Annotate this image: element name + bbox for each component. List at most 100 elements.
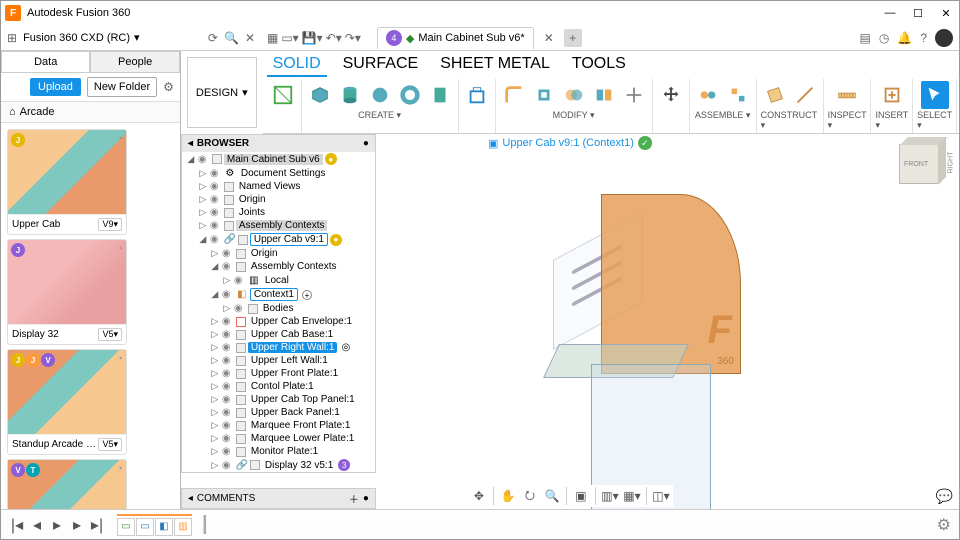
split-tool[interactable] bbox=[590, 81, 618, 109]
sketch-tool[interactable] bbox=[269, 81, 297, 109]
collapse-browser-icon[interactable]: ◂ bbox=[188, 138, 193, 149]
torus-tool[interactable] bbox=[396, 81, 424, 109]
viewcube[interactable]: FRONT RIGHT bbox=[899, 144, 949, 194]
sel-tool[interactable] bbox=[921, 81, 949, 109]
joint-tool[interactable] bbox=[694, 81, 722, 109]
tab-data[interactable]: Data bbox=[1, 51, 90, 72]
comments-options-icon[interactable]: ● bbox=[363, 493, 369, 504]
box-tool[interactable] bbox=[306, 81, 334, 109]
collapse-comments-icon[interactable]: ◂ bbox=[188, 493, 193, 504]
timeline-feature[interactable]: ▥ bbox=[174, 518, 192, 536]
plane-tool[interactable] bbox=[761, 81, 789, 109]
tree-row[interactable]: ▷◉Upper Back Panel:1 bbox=[182, 406, 375, 419]
grid-icon[interactable]: ▦▾ bbox=[622, 487, 642, 505]
close-panel-icon[interactable]: ✕ bbox=[245, 31, 255, 45]
project-selector[interactable]: Fusion 360 CXD (RC) ▾ bbox=[23, 31, 140, 44]
document-tab[interactable]: 4 ◆ Main Cabinet Sub v6* bbox=[377, 27, 534, 49]
window-minimize[interactable]: — bbox=[881, 7, 899, 20]
undo-icon[interactable]: ↶▾ bbox=[326, 31, 342, 45]
file-new-icon[interactable]: ▭▾ bbox=[281, 31, 298, 45]
axis-tool[interactable] bbox=[791, 81, 819, 109]
lookat-icon[interactable]: 🔍 bbox=[542, 487, 562, 505]
timeline-start[interactable]: |◂ bbox=[9, 515, 25, 535]
ext-tool[interactable] bbox=[463, 81, 491, 109]
timeline-feature[interactable]: ▭ bbox=[117, 518, 135, 536]
sphere-tool[interactable] bbox=[366, 81, 394, 109]
avatar[interactable] bbox=[935, 29, 953, 47]
tree-row[interactable]: ▷◉Upper Right Wall:1◎ bbox=[182, 341, 375, 354]
timeline-end[interactable]: ▸| bbox=[89, 515, 105, 535]
workspace-tab[interactable]: TOOLS bbox=[566, 53, 632, 77]
tree-row[interactable]: ▷◉Upper Cab Top Panel:1 bbox=[182, 393, 375, 406]
as-tool[interactable] bbox=[724, 81, 752, 109]
tree-row[interactable]: ▷◉▥Local bbox=[182, 273, 375, 287]
ins-tool[interactable] bbox=[878, 81, 906, 109]
refresh-icon[interactable]: ⟳ bbox=[208, 31, 218, 45]
timeline-feature[interactable]: ◧ bbox=[155, 518, 173, 536]
extensions-icon[interactable]: ▤ bbox=[860, 31, 871, 45]
file-card[interactable]: J◔ Upper CabV9▾ bbox=[7, 129, 127, 235]
tree-row[interactable]: ▷◉Assembly Contexts bbox=[182, 219, 375, 232]
tab-new[interactable]: + bbox=[564, 29, 582, 47]
job-status-icon[interactable]: ◷ bbox=[879, 31, 889, 45]
comments-panel[interactable]: ◂ COMMENTS ＋ ● bbox=[181, 488, 376, 509]
tree-row[interactable]: ▷◉Upper Front Plate:1 bbox=[182, 367, 375, 380]
orbit2-icon[interactable]: ⭮ bbox=[520, 487, 540, 505]
tab-people[interactable]: People bbox=[90, 51, 179, 72]
help-icon[interactable]: ? bbox=[920, 31, 927, 45]
save-icon[interactable]: 💾▾ bbox=[302, 31, 323, 45]
upload-button[interactable]: Upload bbox=[30, 78, 81, 96]
notifications-icon[interactable]: 🔔 bbox=[897, 31, 912, 45]
orbit-icon[interactable]: ✥ bbox=[469, 487, 489, 505]
meas-tool[interactable] bbox=[833, 81, 861, 109]
file-card[interactable]: JJV◔ Standup Arcade …V5▾ bbox=[7, 349, 127, 455]
tree-row[interactable]: ▷◉Bodies bbox=[182, 302, 375, 315]
redo-icon[interactable]: ↷▾ bbox=[345, 31, 361, 45]
browser-options-icon[interactable]: ● bbox=[363, 138, 369, 149]
pan-icon[interactable]: ✋ bbox=[498, 487, 518, 505]
tree-row[interactable]: ▷◉Named Views bbox=[182, 180, 375, 193]
cylinder-tool[interactable] bbox=[336, 81, 364, 109]
timeline-play[interactable]: ▸ bbox=[49, 515, 65, 535]
chat-icon[interactable]: 💬 bbox=[936, 488, 953, 505]
search-icon[interactable]: 🔍 bbox=[224, 31, 239, 45]
tree-row[interactable]: ▷◉Joints bbox=[182, 206, 375, 219]
new-folder-button[interactable]: New Folder bbox=[87, 77, 157, 97]
coil-tool[interactable] bbox=[426, 81, 454, 109]
move-tool[interactable] bbox=[657, 81, 685, 109]
display-icon[interactable]: ▥▾ bbox=[600, 487, 620, 505]
gear-icon[interactable]: ⚙ bbox=[163, 80, 174, 94]
timeline-settings[interactable]: ⚙ bbox=[937, 515, 951, 535]
breadcrumb[interactable]: ⌂ Arcade bbox=[1, 101, 180, 123]
tree-row[interactable]: ◢◉◧Context1+ bbox=[182, 287, 375, 302]
tab-close[interactable]: ✕ bbox=[540, 29, 558, 47]
tree-row[interactable]: ▷◉Marquee Lower Plate:1 bbox=[182, 432, 375, 445]
window-close[interactable]: ✕ bbox=[937, 7, 955, 20]
grid-icon[interactable]: ⊞ bbox=[7, 31, 17, 45]
align-tool[interactable] bbox=[620, 81, 648, 109]
tree-row[interactable]: ▷◉Marquee Front Plate:1 bbox=[182, 419, 375, 432]
cmb-tool[interactable] bbox=[560, 81, 588, 109]
shell-tool[interactable] bbox=[530, 81, 558, 109]
workspace-tab[interactable]: SURFACE bbox=[337, 53, 425, 77]
tree-row[interactable]: ▷◉Upper Cab Base:1 bbox=[182, 328, 375, 341]
file-card[interactable]: J◔ Display 32V5▾ bbox=[7, 239, 127, 345]
tree-row[interactable]: ▷◉Monitor Plate:1 bbox=[182, 445, 375, 458]
file-card[interactable]: VT◔ Main Cabinet Sub bbox=[7, 459, 127, 509]
tree-row[interactable]: ▷◉Upper Left Wall:1 bbox=[182, 354, 375, 367]
timeline-feature[interactable]: ▭ bbox=[136, 518, 154, 536]
tree-row[interactable]: ◢◉Main Cabinet Sub v6● bbox=[182, 152, 375, 166]
timeline-next[interactable]: ▸ bbox=[69, 515, 85, 535]
window-maximize[interactable]: ☐ bbox=[909, 7, 927, 20]
tree-row[interactable]: ▷◉⚙Document Settings bbox=[182, 166, 375, 180]
fit-icon[interactable]: ▣ bbox=[571, 487, 591, 505]
workspace-tab[interactable]: SOLID bbox=[267, 53, 327, 77]
tree-row[interactable]: ◢◉Assembly Contexts bbox=[182, 260, 375, 273]
tree-row[interactable]: ▷◉Origin bbox=[182, 247, 375, 260]
add-comment-icon[interactable]: ＋ bbox=[349, 491, 359, 506]
workspace-switcher[interactable]: DESIGN▾ bbox=[187, 57, 257, 128]
tree-row[interactable]: ▷◉Upper Cab Envelope:1 bbox=[182, 315, 375, 328]
apps-icon[interactable]: ▦ bbox=[267, 31, 278, 45]
fillet-tool[interactable] bbox=[500, 81, 528, 109]
viewports-icon[interactable]: ◫▾ bbox=[651, 487, 671, 505]
